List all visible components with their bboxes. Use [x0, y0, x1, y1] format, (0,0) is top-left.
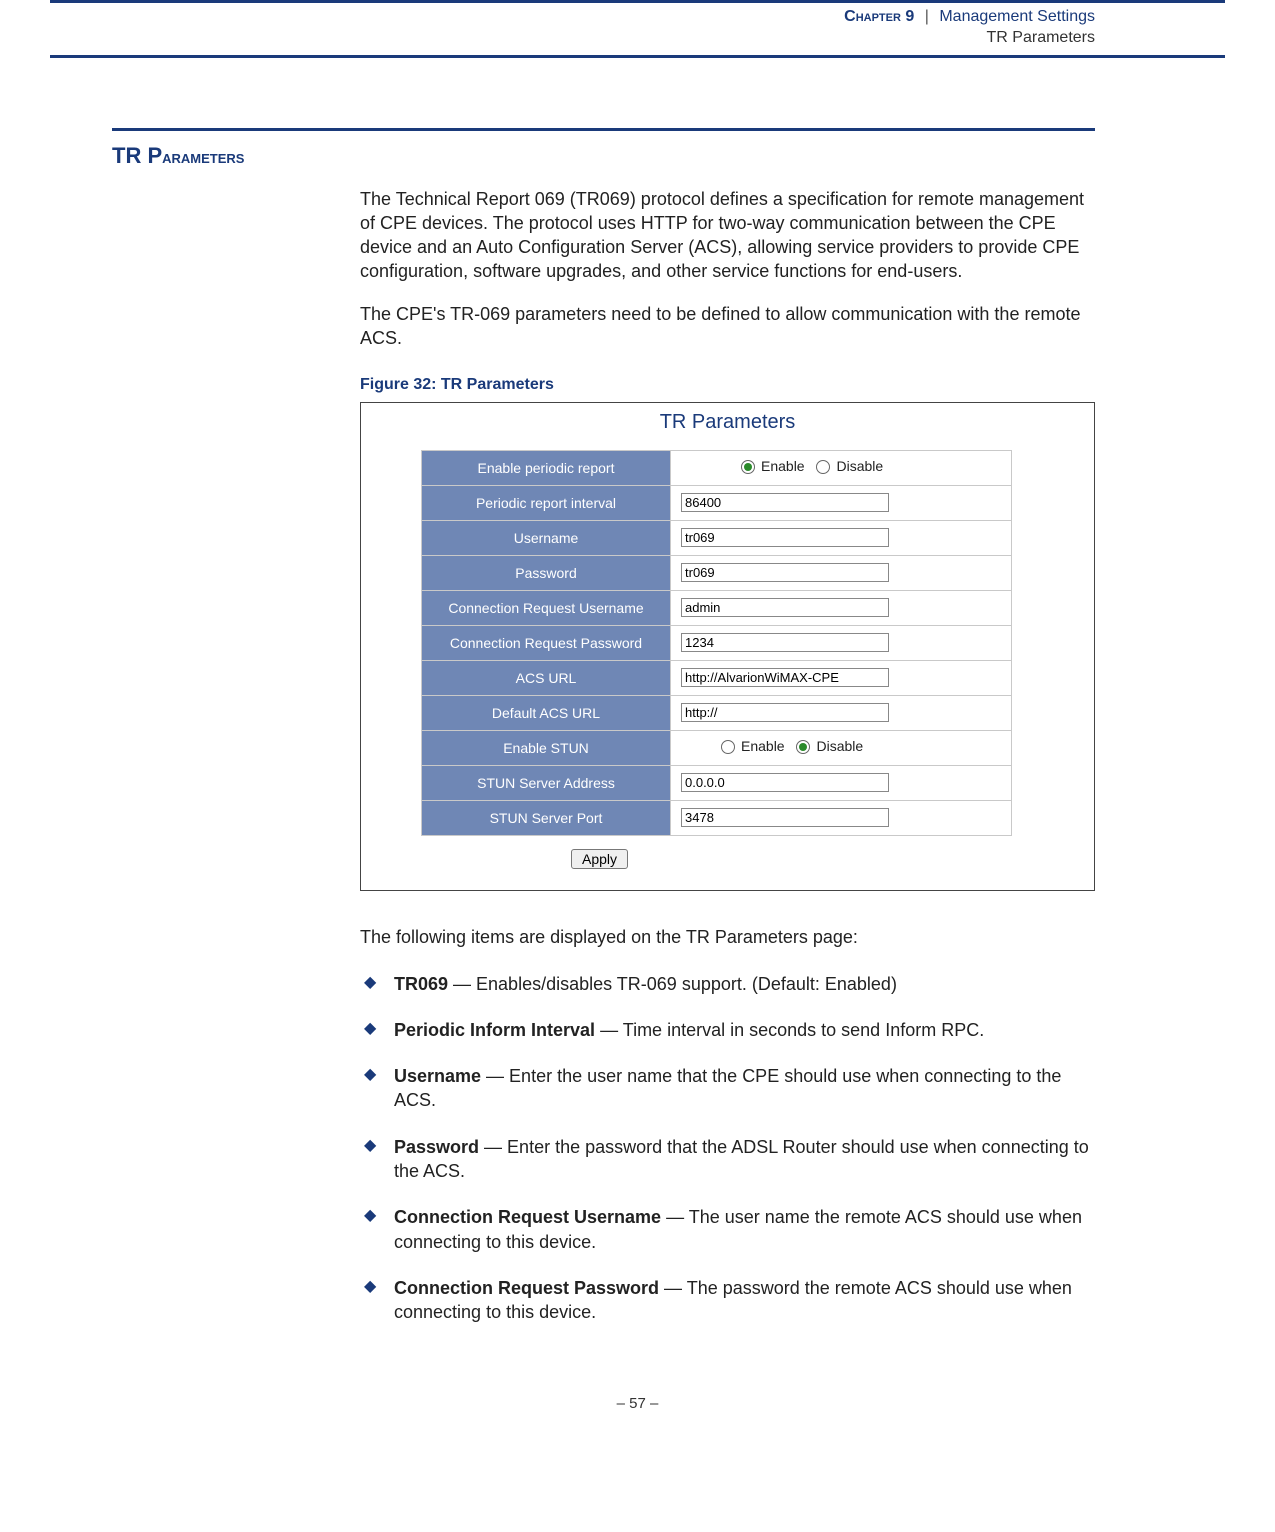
row-label: Connection Request Username — [422, 590, 671, 625]
tr-parameters-form: Enable periodic report Enable Disable — [421, 450, 1012, 836]
row-label: Connection Request Password — [422, 625, 671, 660]
list-item: TR069 — Enables/disables TR-069 support.… — [360, 972, 1095, 996]
list-item: Password — Enter the password that the A… — [360, 1135, 1095, 1184]
list-item: Connection Request Username — The user n… — [360, 1205, 1095, 1254]
header-chapter: Chapter 9 — [844, 8, 914, 25]
figure-title: TR Parameters — [361, 403, 1094, 450]
section-title: TR Parameters — [112, 143, 1225, 169]
row-label: ACS URL — [422, 660, 671, 695]
list-item: Username — Enter the user name that the … — [360, 1064, 1095, 1113]
radio-label: Disable — [816, 737, 863, 756]
username-input[interactable] — [681, 528, 889, 547]
default-acs-url-input[interactable] — [681, 703, 889, 722]
header-separator: | — [919, 8, 935, 25]
enable-stun-disable-radio[interactable] — [796, 740, 810, 754]
row-label: Password — [422, 555, 671, 590]
row-label: Enable periodic report — [422, 450, 671, 485]
row-label: Username — [422, 520, 671, 555]
parameter-list: TR069 — Enables/disables TR-069 support.… — [360, 972, 1095, 1325]
connection-request-password-input[interactable] — [681, 633, 889, 652]
figure-box: TR Parameters Enable periodic report Ena… — [360, 402, 1095, 891]
figure-caption: Figure 32: TR Parameters — [360, 374, 1095, 396]
list-item: Connection Request Password — The passwo… — [360, 1276, 1095, 1325]
enable-periodic-report-disable-radio[interactable] — [816, 460, 830, 474]
row-label: Periodic report interval — [422, 485, 671, 520]
page-number: – 57 – — [50, 1395, 1225, 1412]
enable-stun-enable-radio[interactable] — [721, 740, 735, 754]
enable-periodic-report-enable-radio[interactable] — [741, 460, 755, 474]
acs-url-input[interactable] — [681, 668, 889, 687]
radio-label: Disable — [836, 457, 883, 476]
header-subsection: TR Parameters — [50, 28, 1095, 49]
row-label: Default ACS URL — [422, 695, 671, 730]
radio-label: Enable — [761, 457, 805, 476]
header-section: Management Settings — [939, 8, 1095, 25]
row-label: STUN Server Address — [422, 765, 671, 800]
paragraph-1: The Technical Report 069 (TR069) protoco… — [360, 187, 1095, 284]
paragraph-2: The CPE's TR-069 parameters need to be d… — [360, 302, 1095, 351]
periodic-report-interval-input[interactable] — [681, 493, 889, 512]
page-header: Chapter 9 | Management Settings TR Param… — [50, 7, 1225, 49]
radio-label: Enable — [741, 737, 785, 756]
list-intro: The following items are displayed on the… — [360, 925, 1095, 949]
password-input[interactable] — [681, 563, 889, 582]
stun-server-address-input[interactable] — [681, 773, 889, 792]
connection-request-username-input[interactable] — [681, 598, 889, 617]
list-item: Periodic Inform Interval — Time interval… — [360, 1018, 1095, 1042]
row-label: STUN Server Port — [422, 800, 671, 835]
apply-button[interactable]: Apply — [571, 849, 628, 869]
stun-server-port-input[interactable] — [681, 808, 889, 827]
row-label: Enable STUN — [422, 730, 671, 765]
